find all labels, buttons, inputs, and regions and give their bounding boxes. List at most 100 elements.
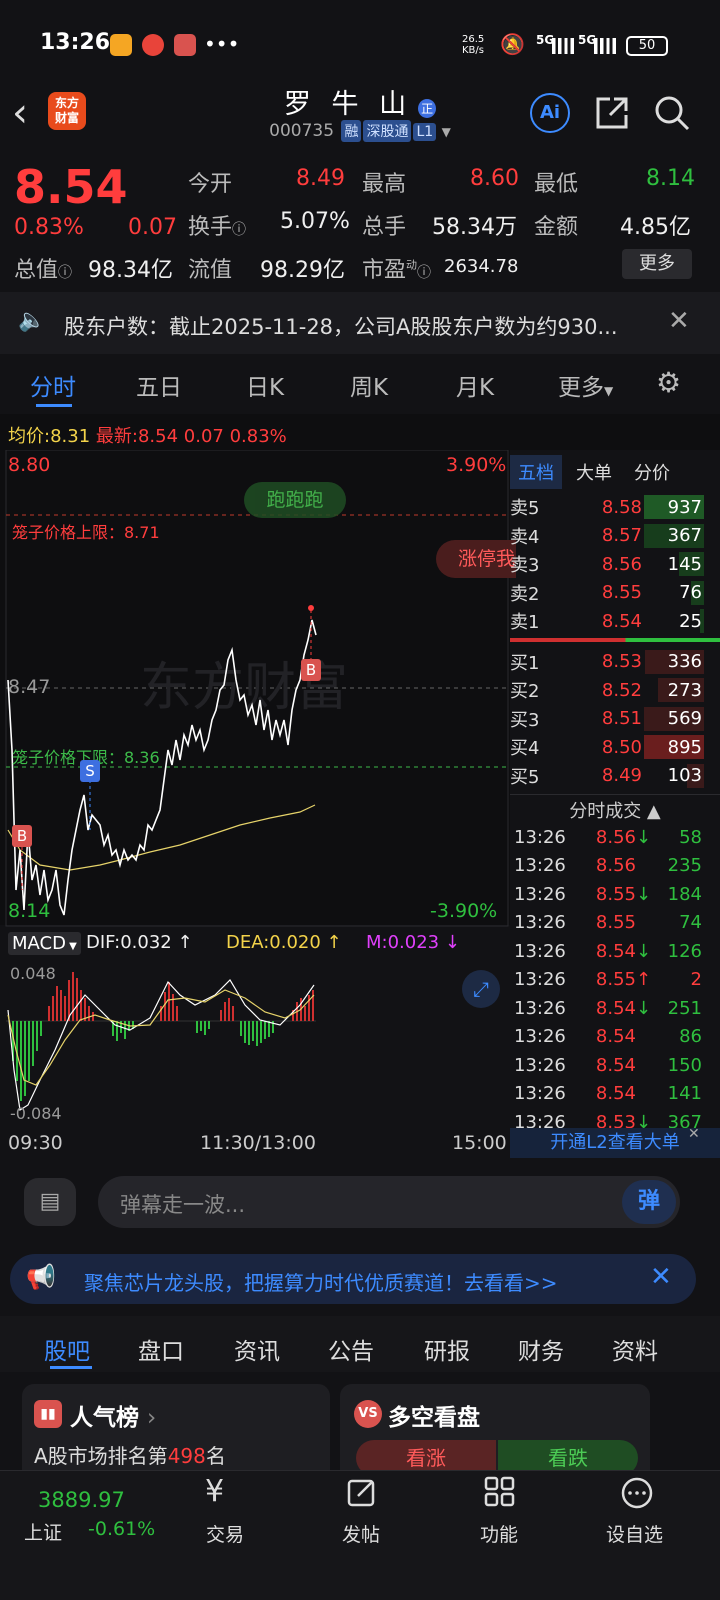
close-notice-icon[interactable]: ✕ [668,306,690,336]
macd-top-value: 0.048 [10,964,56,983]
sell-levels: 卖5 8.58 937 卖4 8.57 367 卖3 8.56 145 卖2 8.55… [510,493,720,636]
axis-bottom-price: 8.14 [8,900,51,922]
comment-placeholder: 弹幕走一波... [120,1193,246,1217]
tab-big-orders[interactable]: 大单 [568,455,620,489]
trade-volume: 150 [667,1054,702,1076]
more-button[interactable]: 更多 [622,249,692,279]
trade-volume: 2 [690,969,702,991]
danmaku-settings-icon[interactable]: ▤ [24,1178,76,1226]
trade-price: 8.54 [595,1083,636,1105]
close-l2-icon[interactable]: ✕ [688,1126,700,1142]
tab-weekly[interactable]: 周K [350,368,388,402]
macd-dif: DIF:0.032 ↑ [86,932,193,953]
bull-bear-title: 多空看盘 [388,1405,480,1431]
popularity-title: 人气榜 › [70,1405,157,1431]
tab-more[interactable]: 更多▼ [558,368,613,402]
sell-level-row: 卖3 8.56 145 [510,550,720,579]
trade-time: 13:26 [514,940,566,962]
macd-selector[interactable]: MACD ▼ [8,932,81,955]
level-label: 买5 [510,766,540,788]
index-pct[interactable]: -0.61% [88,1518,155,1540]
nav-add-watchlist[interactable]: 设自选 [606,1520,663,1547]
search-icon[interactable] [654,95,690,131]
tab-five-levels[interactable]: 五档 [510,455,562,489]
limit-up-button[interactable]: 涨停我 [436,540,516,578]
price-change: 0.07 [128,215,177,240]
functions-icon[interactable] [484,1476,516,1508]
level-volume: 569 [667,708,702,730]
buy-level-row: 买5 8.49 103 [510,762,720,791]
turnover-label: 换手ⓘ [188,215,247,240]
sell-marker[interactable]: S [80,760,100,782]
tab-monthly[interactable]: 月K [456,368,494,402]
order-book: 五档 大单 分价 卖5 8.58 937 卖4 8.57 367 卖3 8.56 1… [510,455,720,1137]
trades-title[interactable]: 分时成交 ▲ [510,794,720,823]
level-volume: 76 [679,582,702,604]
sell-level-row: 卖2 8.55 76 [510,579,720,608]
settings-gear-icon[interactable]: ⚙ [656,366,681,399]
tab-announcements[interactable]: 公告 [328,1332,374,1366]
banner-text[interactable]: 聚焦芯片龙头股，把握算力时代优质赛道！去看看>> [84,1267,558,1296]
nav-trade[interactable]: 交易 [206,1520,244,1547]
float-label: 流值 [188,258,233,283]
tab-finance[interactable]: 财务 [518,1332,564,1366]
add-watchlist-icon[interactable] [620,1476,654,1510]
trade-row: 13:26 8.56 235 [510,852,720,881]
tab-market[interactable]: 盘口 [138,1332,184,1366]
tab-research[interactable]: 研报 [424,1332,470,1366]
run-badge[interactable]: 跑跑跑 [244,482,346,518]
pe-label: 市盈动ⓘ [362,258,432,283]
level-price: 8.54 [601,610,642,632]
level-volume: 336 [667,651,702,673]
buy-marker-2[interactable]: B [301,659,321,681]
tab-price-dist[interactable]: 分价 [626,455,678,489]
level-price: 8.57 [601,525,642,547]
time-mid: 11:30/13:00 [200,1132,316,1154]
tab-profile[interactable]: 资料 [612,1332,658,1366]
index-name[interactable]: 上证 [24,1518,62,1545]
send-danmaku-button[interactable]: 弹 [622,1180,676,1224]
trade-row: 13:26 8.54 86 [510,1023,720,1052]
tab-daily[interactable]: 日K [246,368,284,402]
notice-text[interactable]: 股东户数：截止2025-11-28，公司A股股东户数为约930... [64,311,618,341]
nav-post[interactable]: 发帖 [342,1520,380,1547]
index-value[interactable]: 3889.97 [38,1488,125,1512]
level-label: 卖5 [510,498,540,520]
trade-price: 8.54 [595,940,636,962]
signal-bars-2-icon [594,38,616,54]
ai-button[interactable]: Ai [530,93,570,133]
trade-time: 13:26 [514,969,566,991]
net-speed: 26.5 KB/s [462,34,485,56]
axis-top-pct: 3.90% [446,454,507,476]
post-icon[interactable] [346,1476,378,1508]
status-time: 13:26 [40,30,111,55]
trade-volume: 251 [667,997,702,1019]
close-banner-icon[interactable]: ✕ [650,1262,672,1292]
intraday-chart[interactable]: 东方财富 8.80 3.90% 跑跑跑 笼子价格上限：8.71 涨停我 8.47… [0,450,516,1111]
mute-icon: 🔕 [500,32,525,56]
trade-row: 13:26 8.55 ↑ 2 [510,966,720,995]
trade-icon[interactable]: ¥ [205,1474,224,1509]
buy-marker-1[interactable]: B [12,825,32,847]
more-notifications-icon: ••• [204,32,240,56]
sell-level-row: 卖1 8.54 25 [510,607,720,636]
trade-time: 13:26 [514,855,566,877]
axis-top-price: 8.80 [8,454,51,476]
buy-level-row: 买4 8.50 895 [510,733,720,762]
popularity-card[interactable] [22,1384,330,1484]
level-volume: 273 [667,679,702,701]
tab-news[interactable]: 资讯 [234,1332,280,1366]
buy-level-row: 买1 8.53 336 [510,648,720,677]
tab-intraday[interactable]: 分时 [30,368,76,402]
tab-five-day[interactable]: 五日 [136,368,182,402]
expand-icon[interactable]: ⤢ [462,970,500,1008]
macd-dea: DEA:0.020 ↑ [226,932,342,953]
trade-volume: 58 [679,826,702,848]
trade-volume: 184 [667,883,702,905]
nav-functions[interactable]: 功能 [480,1520,518,1547]
trade-price: 8.55 [595,912,636,934]
tab-forum[interactable]: 股吧 [44,1332,90,1366]
sell-level-row: 卖5 8.58 937 [510,493,720,522]
share-icon[interactable] [594,95,630,131]
price-pct: 0.83% [14,215,84,240]
